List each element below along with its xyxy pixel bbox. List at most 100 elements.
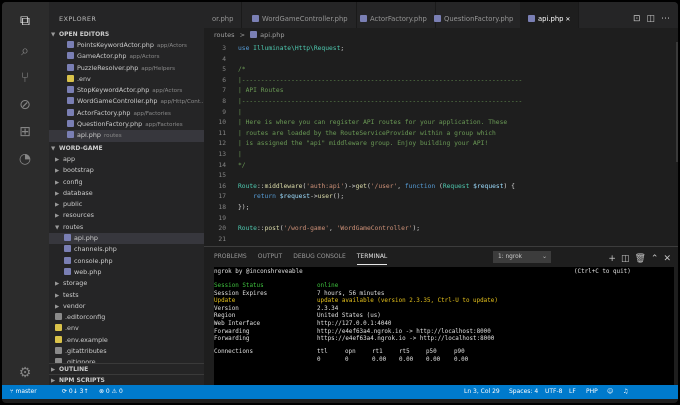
feedback-icon[interactable]: ☺ — [607, 385, 613, 399]
code-line: |---------------------------------------… — [238, 98, 523, 105]
open-editor-item[interactable]: .env — [49, 74, 204, 85]
open-editor-item[interactable]: WordGameController.php app/Http/Cont... — [49, 96, 204, 107]
cursor-position[interactable]: Ln 3, Col 29 — [464, 385, 500, 399]
terminal-output[interactable]: ngrok by @inconshreveable (Ctrl+C to quit… — [214, 267, 674, 385]
bottom-panel: PROBLEMS OUTPUT DEBUG CONSOLE TERMINAL 1: n… — [204, 246, 678, 385]
project-header[interactable]: ▼ WORD-GAME — [49, 143, 204, 154]
new-terminal-icon[interactable]: + — [608, 254, 621, 264]
panel-tab[interactable]: TERMINAL — [356, 250, 388, 265]
folder-item[interactable]: ▶ public — [49, 199, 204, 210]
file-item[interactable]: .env.example — [49, 335, 204, 346]
terminal-value: http://e4ef63a4.ngrok.io -> http://local… — [317, 328, 491, 335]
terminal-select-value: 1: ngrok — [498, 254, 522, 260]
source-control-icon[interactable]: ⑂ — [16, 69, 34, 87]
debug-icon[interactable]: ⊘ — [16, 96, 34, 114]
split-editor-icon[interactable]: ⊡ — [633, 14, 647, 24]
connections-header: opn — [345, 349, 356, 355]
connections-header: rt1 — [372, 349, 383, 355]
folder-item[interactable]: ▶ storage — [49, 278, 204, 289]
line-number: 17 — [218, 193, 226, 201]
terminal-value: United States (us) — [317, 313, 381, 320]
editor-scrollbar[interactable] — [676, 42, 678, 162]
folder-name: storage — [63, 279, 88, 288]
file-item[interactable]: console.php — [49, 256, 204, 267]
folder-item[interactable]: ▶ resources — [49, 210, 204, 221]
open-editor-item[interactable]: ActorFactory.php app/Factories — [49, 108, 204, 119]
problems-status[interactable]: ⊗ 0 ⚠ 0 — [99, 385, 123, 399]
gear-icon[interactable]: ⚙ — [16, 364, 34, 382]
line-number: 12 — [218, 140, 226, 148]
close-panel-icon[interactable]: ✕ — [663, 254, 676, 264]
code-line: Route::middleware('auth:api')->get('/use… — [238, 182, 515, 190]
folder-item[interactable]: ▶ vendor — [49, 301, 204, 312]
extensions-icon[interactable]: ⊞ — [16, 123, 34, 141]
folder-item[interactable]: ▶ tests — [49, 290, 204, 301]
open-editor-item[interactable]: api.php routes — [49, 130, 204, 142]
folder-item[interactable]: ▶ config — [49, 177, 204, 188]
open-editors-header[interactable]: ▼ OPEN EDITORS — [49, 29, 204, 40]
indentation[interactable]: Spaces: 4 — [509, 385, 538, 399]
panel-actions: +◫🗑⌃✕ — [608, 249, 676, 269]
connections-label: Connections — [214, 349, 254, 355]
line-number: 14 — [218, 161, 226, 169]
eol[interactable]: LF — [569, 385, 576, 399]
line-number: 13 — [218, 151, 226, 158]
language-mode[interactable]: PHP — [586, 385, 598, 399]
more-icon[interactable]: ⋯ — [661, 14, 676, 24]
outline-header[interactable]: ▶ OUTLINE — [49, 363, 204, 374]
php-file-icon — [67, 97, 74, 105]
line-number: 6 — [222, 76, 226, 84]
panel-tab[interactable]: OUTPUT — [258, 247, 282, 267]
sync-status[interactable]: ⟳ 0↓ 3↑ — [62, 385, 89, 399]
split-terminal-icon[interactable]: ◫ — [621, 254, 635, 264]
open-editor-path: app/Actors — [129, 54, 160, 61]
folder-item[interactable]: ▶ bootstrap — [49, 165, 204, 176]
folder-item[interactable]: ▶ database — [49, 188, 204, 199]
file-item[interactable]: .editorconfig — [49, 312, 204, 323]
breadcrumb: routes > api.php — [204, 28, 678, 42]
open-editor-item[interactable]: QuestionFactory.php app/Factories — [49, 119, 204, 130]
php-file-icon — [250, 31, 258, 38]
branch-indicator[interactable]: ⑂ master — [10, 385, 37, 399]
folder-item[interactable]: ▶ app — [49, 154, 204, 165]
close-icon[interactable]: ✕ — [563, 16, 570, 23]
explorer-sidebar: EXPLORER ▼ OPEN EDITORS PointsKeywordActo… — [49, 2, 204, 385]
file-item[interactable]: channels.php — [49, 244, 204, 255]
open-editor-item[interactable]: PointsKeywordActor.php app/Actors — [49, 40, 204, 51]
folder-name: public — [63, 200, 83, 209]
file-name: console.php — [74, 256, 113, 265]
toggle-panel-icon[interactable]: ◫ — [646, 14, 661, 24]
remote-icon[interactable]: ◔ — [16, 150, 34, 168]
open-editor-item[interactable]: GameActor.php app/Actors — [49, 51, 204, 62]
explorer-icon[interactable]: ⧉ — [16, 12, 34, 30]
file-item[interactable]: .gitattributes — [49, 346, 204, 357]
breadcrumb-folder[interactable]: routes — [214, 31, 235, 39]
maximize-panel-icon[interactable]: ⌃ — [651, 254, 664, 264]
line-number: 20 — [218, 225, 226, 233]
open-editor-item[interactable]: PuzzleResolver.php app/Helpers — [49, 63, 204, 74]
terminal-select[interactable]: 1: ngrok ⌄ — [493, 251, 551, 263]
file-item[interactable]: web.php — [49, 267, 204, 278]
bell-icon[interactable]: ♫ — [623, 385, 628, 399]
env-file-icon — [55, 335, 62, 343]
gen-file-icon — [55, 313, 62, 321]
encoding[interactable]: UTF-8 — [545, 385, 563, 399]
line-number: 15 — [218, 172, 226, 180]
open-editors-label: OPEN EDITORS — [59, 31, 110, 38]
file-item[interactable]: .env — [49, 323, 204, 334]
breadcrumb-file[interactable]: api.php — [260, 31, 284, 39]
file-item[interactable]: api.php — [49, 233, 204, 245]
panel-tab[interactable]: PROBLEMS — [214, 247, 247, 267]
breadcrumb-separator: > — [239, 31, 246, 39]
panel-tab[interactable]: DEBUG CONSOLE — [293, 247, 346, 267]
search-icon[interactable]: ⌕ — [16, 42, 34, 60]
trash-icon[interactable]: 🗑 — [634, 254, 650, 264]
npm-scripts-header[interactable]: ▶ NPM SCRIPTS — [49, 374, 204, 385]
php-file-icon — [67, 41, 74, 48]
open-editor-item[interactable]: StopKeywordActor.php app/Actors — [49, 85, 204, 96]
terminal-key: Update — [214, 298, 236, 305]
chevron-right-icon: ▶ — [55, 202, 60, 209]
terminal-value: 7 hours, 56 minutes — [317, 290, 385, 297]
code-editor[interactable]: 3 use Illuminate\Http\Request; 4 5 /* 6 |-----… — [204, 42, 678, 243]
folder-item[interactable]: ▼ routes — [49, 222, 204, 233]
